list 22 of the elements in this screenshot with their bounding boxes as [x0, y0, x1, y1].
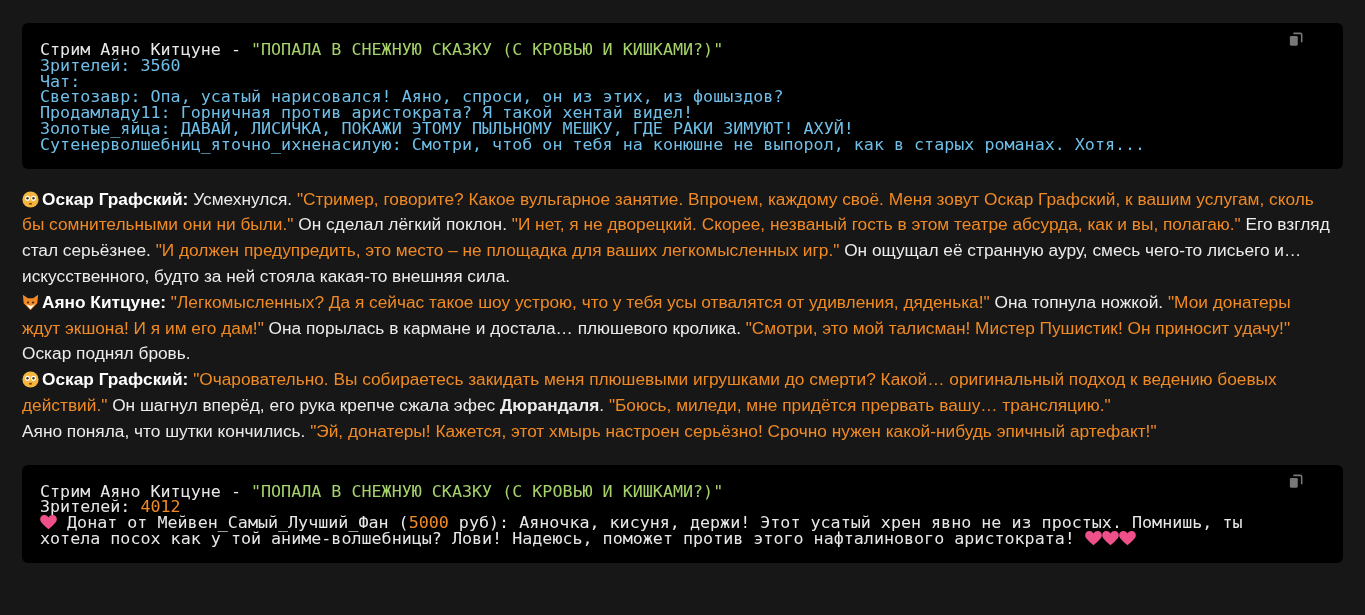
code-line: Чат: [40, 73, 81, 90]
code-line: Стрим Аяно Китцуне - "ПОПАЛА В СНЕЖНУЮ СКАЗКУ (С КРОВЬЮ И КИШКАМИ?)" [40, 42, 725, 58]
code-line: Золотые_яйца: ДАВАЙ, ЛИСИЧКА, ПОКАЖИ ЭТОМУ ПЫЛЬНОМУ МЕШКУ, ГДЕ РАКИ ЗИМУЮТ! АХУЙ! [40, 121, 855, 137]
heart-icon [1118, 530, 1136, 546]
code-line: Стрим Аяно Китцуне - "ПОПАЛА В СНЕЖНУЮ СКАЗКУ (С КРОВЬЮ И КИШКАМИ?)" [40, 483, 725, 500]
story-paragraph: Оскар Графский: Усмехнулся. "Стример, говорите? Какое вульгарное занятие. Впрочем, каждому своё. Меня зовут Оскар Графский, к вашим услугам, сколь бы сомнительными они ни были." Он сделал лёгкий поклон. "И нет, я не дворецкий. Скорее, незваный гость в этом театре абсурда, как и вы, полагаю." Его взгляд стал серьёзнее. "И должен предупредить, это место – не площадка для ваших легкомысленных игр." Он ощущал её странную ауру, смесь чего-то лисьего и… искусственного, будто за ней стояла какая-то внешняя сила. [22, 187, 1331, 288]
code-line: Светозавр: Опа, усатый нарисовался! Аяно, спроси, он из этих, из фошыздов? [40, 89, 785, 106]
code-line: Зрителей: 3560 [40, 57, 181, 74]
story-paragraph: Оскар Графский: "Очаровательно. Вы собираетесь закидать меня плюшевыми игрушками до смерти? Какой… оригинальный подход к ведению боевых действий." Он шагнул вперёд, его рука крепче сжала эфес Дюрандаля. "Боюсь, миледи, мне придётся прервать вашу… трансляцию." [22, 368, 1278, 417]
heart-icon [40, 515, 57, 531]
copy-icon[interactable] [1289, 32, 1303, 47]
copy-icon[interactable] [1289, 473, 1303, 489]
code-line: Сутенерволшебниц_яточно_ихненасилую: Смотри, чтоб он тебя на конюшне не выпорол, как в старых романах. Хотя... [40, 136, 1147, 153]
story-paragraph: Аяно Китцуне: "Легкомысленных? Да я сейчас такое шоу устрою, что у тебя усы отвалятся от удивления, дяденька!" Она топнула ножкой. "Мои донатеры ждут экшона! И я им его дам!" Она порылась в кармане и достала… плюшевого кролика. "Смотри, это мой талисман! Мистер Пушистик! Он приносит удачу!" [22, 290, 1292, 340]
code-line: Продамладу11: Горничная против аристократа? Я такой хентай видел! [40, 105, 694, 121]
fox-icon [22, 293, 39, 311]
code-line: Зрителей: 4012 [40, 499, 181, 516]
code-line: Донат от Мейвен_Самый_Лучший_Фан (5000 руб): Аяночка, кисуня, держи! Этот усатый хрен явно не из простых. Помнишь, ты хотела посох как у той аниме-волшебницы? Лови! Надеюсь, поможет против этого нафталинового аристократа! [40, 515, 1244, 547]
face-icon [22, 371, 39, 389]
face-icon [22, 190, 39, 208]
story-paragraph: Аяно поняла, что шутки кончились. "Эй, донатеры! Кажется, этот хмырь настроен серьёзно! Срочно нужен какой-нибудь эпичный артефакт!" [22, 419, 1158, 443]
story-paragraph: Оскар поднял бровь. [22, 342, 192, 366]
